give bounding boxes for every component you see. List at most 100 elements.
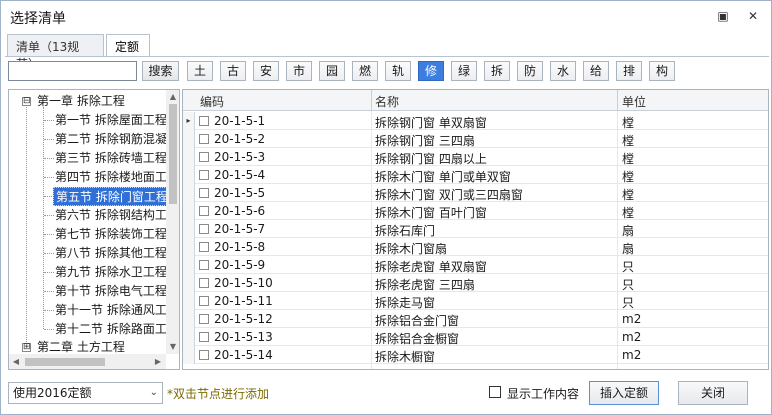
row-checkbox[interactable] bbox=[199, 260, 209, 270]
category-button-pai[interactable]: 排 bbox=[616, 61, 642, 81]
cell-name: 拆除钢门窗 单双扇窗 bbox=[375, 116, 487, 130]
row-checkbox[interactable] bbox=[199, 152, 209, 162]
row-checkbox[interactable] bbox=[199, 116, 209, 126]
table-row[interactable]: 20-1-5-13 拆除铝合金橱窗 m2 bbox=[183, 328, 768, 346]
cell-name: 拆除走马窗 bbox=[375, 296, 436, 310]
category-button-lv[interactable]: 绿 bbox=[451, 61, 477, 81]
category-button-ran[interactable]: 燃 bbox=[352, 61, 378, 81]
tree-node-section[interactable]: 第六节 拆除钢结构工程 bbox=[55, 206, 179, 225]
category-button-xiu[interactable]: 修 bbox=[418, 61, 444, 81]
category-button-shi[interactable]: 市 bbox=[286, 61, 312, 81]
category-button-yuan[interactable]: 园 bbox=[319, 61, 345, 81]
insert-quota-button[interactable]: 插入定额 bbox=[589, 381, 659, 405]
search-input[interactable] bbox=[8, 61, 137, 81]
cell-name: 拆除木橱窗 bbox=[375, 350, 436, 364]
cell-code: 20-1-5-1 bbox=[214, 114, 266, 128]
table-row[interactable]: 20-1-5-5 拆除木门窗 双门或三四扇窗 樘 bbox=[183, 184, 768, 202]
tab-list-13[interactable]: 清单（13规范） bbox=[7, 34, 104, 71]
category-button-tu[interactable]: 土 bbox=[187, 61, 213, 81]
category-button-gou[interactable]: 构 bbox=[649, 61, 675, 81]
tab-quota[interactable]: 定额 bbox=[106, 34, 150, 57]
cell-unit: 扇 bbox=[622, 224, 635, 238]
close-icon[interactable]: ✕ bbox=[745, 9, 761, 23]
search-button[interactable]: 搜索 bbox=[142, 61, 179, 81]
cell-unit: 樘 bbox=[622, 188, 635, 202]
table-row[interactable]: 20-1-5-7 拆除石库门 扇 bbox=[183, 220, 768, 238]
collapse-icon[interactable]: ⊟ bbox=[22, 97, 31, 106]
scroll-thumb[interactable] bbox=[25, 358, 105, 366]
table-row[interactable]: 20-1-5-8 拆除木门窗扇 扇 bbox=[183, 238, 768, 256]
row-checkbox[interactable] bbox=[199, 314, 209, 324]
current-row-indicator-icon: ▸ bbox=[183, 112, 195, 130]
cell-code: 20-1-5-8 bbox=[214, 240, 266, 254]
row-checkbox[interactable] bbox=[199, 242, 209, 252]
chapter-tree: ⊟ 第一章 拆除工程 第一节 拆除屋面工程 第二节 拆除钢筋混凝土 第三节 拆除… bbox=[8, 89, 180, 370]
cell-name: 拆除钢门窗 四扇以上 bbox=[375, 152, 487, 166]
column-header-unit[interactable]: 单位 bbox=[622, 93, 646, 110]
tree-node-section-selected[interactable]: 第五节 拆除门窗工程 bbox=[53, 187, 171, 206]
scroll-down-icon[interactable]: ▼ bbox=[166, 342, 179, 351]
expand-icon[interactable]: ⊞ bbox=[22, 343, 31, 352]
table-row[interactable]: 20-1-5-14 拆除木橱窗 m2 bbox=[183, 346, 768, 364]
category-button-shui[interactable]: 水 bbox=[550, 61, 576, 81]
category-button-gu[interactable]: 古 bbox=[220, 61, 246, 81]
cell-unit: 樘 bbox=[622, 206, 635, 220]
tree-node-section[interactable]: 第十一节 拆除通风工程 bbox=[55, 301, 179, 320]
cell-unit: 樘 bbox=[622, 170, 635, 184]
scroll-up-icon[interactable]: ▲ bbox=[166, 92, 179, 101]
category-button-chai[interactable]: 拆 bbox=[484, 61, 510, 81]
row-checkbox[interactable] bbox=[199, 170, 209, 180]
table-row[interactable]: 20-1-5-12 拆除铝合金门窗 m2 bbox=[183, 310, 768, 328]
cell-code: 20-1-5-6 bbox=[214, 204, 266, 218]
cell-name: 拆除木门窗 百叶门窗 bbox=[375, 206, 487, 220]
category-button-fang[interactable]: 防 bbox=[517, 61, 543, 81]
category-button-an[interactable]: 安 bbox=[253, 61, 279, 81]
cell-unit: 只 bbox=[622, 296, 635, 310]
table-row[interactable]: 20-1-5-11 拆除走马窗 只 bbox=[183, 292, 768, 310]
show-work-content-label[interactable]: 显示工作内容 bbox=[507, 385, 579, 402]
cell-name: 拆除老虎窗 单双扇窗 bbox=[375, 260, 487, 274]
row-checkbox[interactable] bbox=[199, 188, 209, 198]
category-button-gui[interactable]: 轨 bbox=[385, 61, 411, 81]
tree-node-section[interactable]: 第八节 拆除其他工程 bbox=[55, 244, 167, 263]
tree-node-section[interactable]: 第三节 拆除砖墙工程 bbox=[55, 149, 167, 168]
table-row[interactable]: 20-1-5-4 拆除木门窗 单门或单双窗 樘 bbox=[183, 166, 768, 184]
column-header-name[interactable]: 名称 bbox=[375, 93, 399, 110]
tree-node-section[interactable]: 第一节 拆除屋面工程 bbox=[55, 111, 167, 130]
table-row[interactable]: 20-1-5-9 拆除老虎窗 单双扇窗 只 bbox=[183, 256, 768, 274]
cell-code: 20-1-5-3 bbox=[214, 150, 266, 164]
column-header-code[interactable]: 编码 bbox=[200, 93, 224, 110]
tree-node-section[interactable]: 第二节 拆除钢筋混凝土 bbox=[55, 130, 179, 149]
tree-node-section[interactable]: 第十二节 拆除路面工程 bbox=[55, 320, 179, 339]
tree-vertical-scrollbar[interactable]: ▲ ▼ bbox=[166, 90, 179, 354]
row-checkbox[interactable] bbox=[199, 206, 209, 216]
tree-node-section[interactable]: 第十节 拆除电气工程 bbox=[55, 282, 167, 301]
table-row[interactable]: 20-1-5-2 拆除钢门窗 三四扇 樘 bbox=[183, 130, 768, 148]
scroll-thumb[interactable] bbox=[169, 104, 177, 204]
row-checkbox[interactable] bbox=[199, 332, 209, 342]
table-row[interactable]: 20-1-5-3 拆除钢门窗 四扇以上 樘 bbox=[183, 148, 768, 166]
row-checkbox[interactable] bbox=[199, 134, 209, 144]
tree-node-section[interactable]: 第四节 拆除楼地面工程 bbox=[55, 168, 179, 187]
scroll-left-icon[interactable]: ◀ bbox=[9, 357, 23, 366]
row-checkbox[interactable] bbox=[199, 296, 209, 306]
tree-node-section[interactable]: 第七节 拆除装饰工程 bbox=[55, 225, 167, 244]
scroll-right-icon[interactable]: ▶ bbox=[151, 357, 165, 366]
table-row[interactable]: 20-1-5-6 拆除木门窗 百叶门窗 樘 bbox=[183, 202, 768, 220]
category-button-gei[interactable]: 给 bbox=[583, 61, 609, 81]
tree-node-chapter-1[interactable]: 第一章 拆除工程 bbox=[37, 92, 125, 111]
row-checkbox[interactable] bbox=[199, 350, 209, 360]
tree-guide-line bbox=[43, 107, 44, 329]
restore-icon[interactable]: ▣ bbox=[715, 9, 731, 23]
row-checkbox[interactable] bbox=[199, 224, 209, 234]
show-work-content-checkbox[interactable] bbox=[489, 386, 501, 398]
tree-horizontal-scrollbar[interactable]: ◀ ▶ bbox=[9, 354, 166, 369]
table-row[interactable]: 20-1-5-10 拆除老虎窗 三四扇 只 bbox=[183, 274, 768, 292]
cell-unit: 只 bbox=[622, 260, 635, 274]
row-checkbox[interactable] bbox=[199, 278, 209, 288]
cell-name: 拆除铝合金橱窗 bbox=[375, 332, 460, 346]
table-row[interactable]: ▸ 20-1-5-1 拆除钢门窗 单双扇窗 樘 bbox=[183, 112, 768, 130]
quota-version-select[interactable]: 使用2016定额 ⌄ bbox=[8, 382, 163, 404]
tree-node-section[interactable]: 第九节 拆除水卫工程 bbox=[55, 263, 167, 282]
close-button[interactable]: 关闭 bbox=[678, 381, 748, 405]
